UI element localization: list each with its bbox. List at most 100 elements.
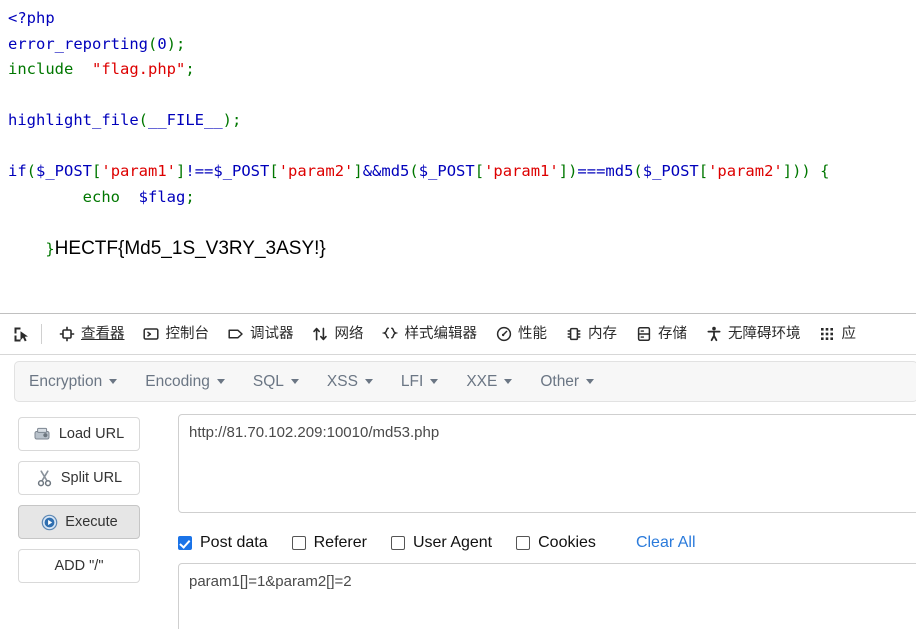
code-token: if [8, 162, 27, 180]
code-token: ( [26, 162, 37, 180]
code-token: md5 [605, 162, 634, 180]
network-icon [312, 326, 329, 343]
checkbox-unchecked-icon[interactable] [516, 536, 531, 550]
devtools-tab-7[interactable]: 存储 [626, 315, 696, 353]
code-token: ( [147, 34, 158, 53]
checkbox-unchecked-icon[interactable] [291, 536, 306, 550]
load-url-icon [34, 425, 52, 443]
hackbar-menu-label: Other [540, 372, 580, 390]
chevron-down-icon [504, 379, 513, 384]
code-line [8, 134, 916, 160]
post-data-input[interactable]: param1[]=1&param2[]=2 [178, 563, 916, 629]
inspector-icon [58, 326, 75, 343]
flag-output-line: }HECTF{Md5_1S_V3RY_3ASY!} [0, 210, 916, 288]
checkbox-checked-icon[interactable] [178, 536, 192, 550]
hackbar-button-execute[interactable]: Execute [18, 505, 140, 539]
code-line: if($_POST['param1']!==$_POST['param2']&&… [8, 159, 916, 185]
rendered-php-page: <?php error_reporting(0); include "flag.ph… [0, 0, 916, 313]
code-token: )) [792, 162, 811, 180]
execute-icon [40, 513, 58, 531]
hackbar-menu-label: XXE [466, 372, 498, 390]
devtools-tab-4[interactable]: 样式编辑器 [373, 315, 487, 353]
hackbar-menu-encoding[interactable]: Encoding [145, 373, 225, 391]
code-token: { [810, 162, 830, 180]
code-token: [ [269, 162, 279, 180]
devtools-tab-label: 应 [841, 325, 857, 342]
code-token: !== [185, 162, 214, 180]
hackbar-panel: Encryption Encoding SQL XSS LFI XXE Other Load… [0, 355, 916, 629]
hackbar-button-spliturl[interactable]: Split URL [18, 461, 140, 495]
code-line: highlight_file(__FILE__); [8, 108, 916, 134]
checkbox-label: Cookies [538, 534, 596, 551]
hackbar-button-label: Load URL [58, 426, 125, 442]
hackbar-body: Load URL Split URL Execute ADD "/" http://8… [0, 409, 916, 629]
devtools-tab-6[interactable]: 内存 [556, 315, 626, 353]
checkbox-cookies[interactable]: Cookies [516, 534, 596, 552]
hackbar-button-loadurl[interactable]: Load URL [18, 417, 140, 451]
code-token: 0 [157, 34, 167, 53]
hackbar-button-add[interactable]: ADD "/" [18, 549, 140, 583]
element-picker-icon[interactable] [6, 320, 36, 348]
code-token: ) [166, 34, 177, 53]
hackbar-menu-xxe[interactable]: XXE [466, 372, 513, 391]
code-token: ] [176, 162, 186, 180]
code-token: error_reporting [8, 34, 148, 53]
code-token: ; [185, 60, 195, 78]
hackbar-menu-lfi[interactable]: LFI [401, 373, 439, 391]
code-token: "flag.php" [92, 60, 186, 78]
hackbar-menu-other[interactable]: Other [540, 372, 595, 391]
hackbar-button-label: Split URL [60, 470, 123, 486]
checkbox-post-data[interactable]: Post data [178, 534, 268, 552]
hackbar-menu-encryption[interactable]: Encryption [29, 372, 118, 391]
code-token: && [362, 162, 382, 180]
devtools-tab-label: 查看器 [81, 325, 125, 342]
hackbar-menu-label: XSS [326, 372, 358, 390]
clear-all-link[interactable]: Clear All [636, 534, 696, 552]
hackbar-menu-label: Encryption [29, 372, 103, 390]
devtools-tab-8[interactable]: 无障碍环境 [696, 315, 810, 353]
code-token: $_POST [36, 162, 93, 180]
checkbox-unchecked-icon[interactable] [390, 536, 405, 550]
devtools-tab-label: 控制台 [165, 325, 210, 342]
devtools-tab-label: 性能 [518, 325, 547, 342]
code-token: ] [782, 162, 793, 180]
code-token: ; [176, 34, 186, 53]
code-token: ] [353, 162, 363, 180]
url-input[interactable]: http://81.70.102.209:10010/md53.php [178, 414, 916, 513]
devtools-tab-label: 无障碍环境 [728, 325, 801, 342]
code-token: ) [222, 111, 232, 129]
code-line: <?php [8, 6, 916, 32]
devtools-tab-label: 网络 [334, 325, 364, 342]
code-token: 'param2' [708, 162, 783, 180]
devtools-tab-2[interactable]: 调试器 [218, 315, 303, 353]
devtools-tab-5[interactable]: 性能 [486, 315, 556, 353]
code-token: echo [82, 187, 120, 206]
devtools-tab-3[interactable]: 网络 [303, 315, 373, 353]
devtools-tab-label: 内存 [588, 325, 617, 342]
code-token: [ [698, 162, 709, 180]
devtools-tab-0[interactable]: 查看器 [49, 315, 134, 353]
memory-icon [565, 326, 582, 343]
code-token: === [577, 162, 606, 180]
chevron-down-icon [290, 379, 299, 384]
code-token: 'param2' [278, 162, 354, 180]
checkbox-user-agent[interactable]: User Agent [390, 534, 492, 552]
chevron-down-icon [109, 379, 118, 384]
devtools-tab-9[interactable]: 应 [810, 315, 866, 353]
code-line: error_reporting(0); [8, 32, 916, 58]
checkbox-label: Post data [200, 534, 268, 551]
devtools-tab-label: 存储 [658, 325, 687, 342]
code-token: <?php [8, 9, 55, 27]
code-line: echo $flag; [8, 185, 916, 211]
code-line [8, 83, 916, 109]
chevron-down-icon [364, 379, 373, 384]
checkbox-referer[interactable]: Referer [291, 534, 367, 552]
code-token: [ [474, 162, 485, 180]
hackbar-menu-sql[interactable]: SQL [253, 373, 299, 391]
split-url-icon [36, 469, 54, 487]
hackbar-menu-xss[interactable]: XSS [327, 373, 373, 391]
devtools-tab-1[interactable]: 控制台 [134, 315, 219, 353]
